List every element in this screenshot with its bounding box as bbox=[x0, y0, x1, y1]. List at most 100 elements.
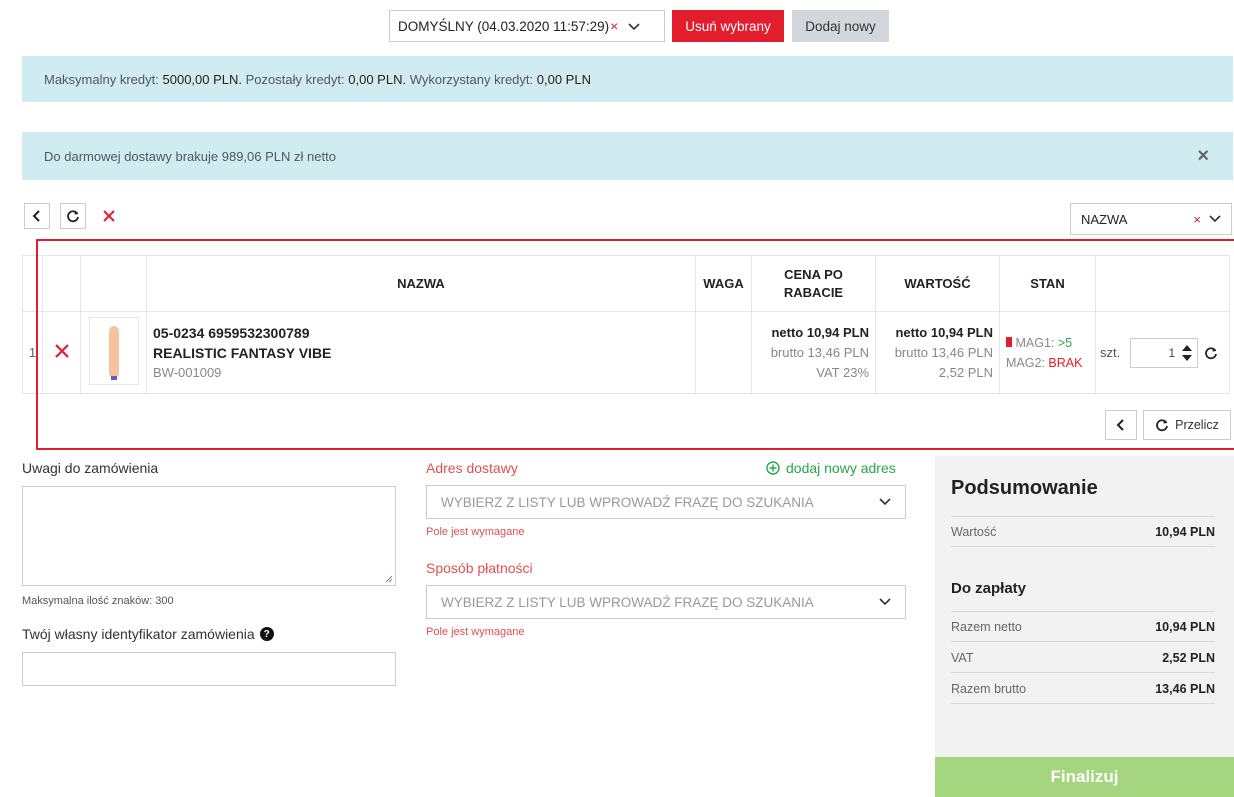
recalculate-label: Przelicz bbox=[1175, 418, 1219, 432]
free-shipping-text: Do darmowej dostawy brakuje 989,06 PLN z… bbox=[44, 148, 336, 164]
chevron-down-icon[interactable] bbox=[628, 19, 640, 34]
price-cell: netto 10,94 PLN brutto 13,46 PLN VAT 23% bbox=[751, 311, 876, 394]
delete-icon bbox=[54, 344, 69, 358]
payment-label: Sposób płatności bbox=[426, 560, 533, 576]
refresh-button[interactable] bbox=[60, 203, 86, 229]
credit-remaining-value: 0,00 PLN. bbox=[348, 71, 407, 87]
product-thumbnail[interactable] bbox=[88, 317, 139, 385]
header-weight: WAGA bbox=[695, 255, 752, 312]
summary-gross-row: Razem brutto 13,46 PLN bbox=[951, 674, 1215, 704]
clear-icon[interactable]: × bbox=[610, 18, 618, 34]
header-quantity bbox=[1095, 255, 1230, 312]
notes-label: Uwagi do zamówienia bbox=[22, 460, 159, 476]
product-weight bbox=[695, 311, 752, 394]
vat-rate: VAT 23% bbox=[816, 364, 869, 380]
close-icon[interactable]: × bbox=[1197, 145, 1209, 168]
sort-select-value: NAZWA bbox=[1081, 211, 1128, 227]
value-cell: netto 10,94 PLN brutto 13,46 PLN 2,52 PL… bbox=[875, 311, 1000, 394]
header-price-label: CENA PO RABACIE bbox=[783, 266, 844, 300]
to-pay-title: Do zapłaty bbox=[951, 580, 1027, 597]
row-index: 1 bbox=[22, 311, 43, 394]
sort-select[interactable]: NAZWA × bbox=[1070, 203, 1232, 235]
notes-textarea[interactable] bbox=[22, 486, 396, 586]
stock-mag2-value: BRAK bbox=[1048, 355, 1083, 370]
refresh-icon bbox=[67, 210, 79, 223]
product-name[interactable]: REALISTIC FANTASY VIBE bbox=[153, 343, 694, 363]
header-stock: STAN bbox=[999, 255, 1096, 312]
chevron-left-icon bbox=[32, 210, 40, 222]
header-name[interactable]: NAZWA bbox=[146, 255, 696, 312]
summary-net-row: Razem netto 10,94 PLN bbox=[951, 612, 1215, 642]
summary-vat-label: VAT bbox=[951, 650, 974, 665]
cart-select[interactable]: DOMYŚLNY (04.03.2020 11:57:29) × bbox=[389, 10, 665, 42]
qty-unit: szt. bbox=[1100, 345, 1121, 360]
summary-panel: Podsumowanie Wartość 10,94 PLN Do zapłat… bbox=[935, 456, 1234, 797]
table-row: 1 05-0234 6959532300789 REALISTIC FANTAS… bbox=[22, 311, 1230, 394]
summary-net: 10,94 PLN bbox=[1155, 619, 1215, 634]
product-sku: BW-001009 bbox=[153, 364, 222, 380]
credit-max-label: Maksymalny kredyt: bbox=[44, 71, 159, 87]
credit-max-value: 5000,00 PLN. bbox=[162, 71, 243, 87]
header-remove bbox=[42, 255, 81, 312]
delete-icon bbox=[103, 210, 115, 222]
help-icon[interactable]: ? bbox=[259, 627, 274, 641]
credit-remaining-label: Pozostały kredyt: bbox=[245, 71, 345, 87]
own-id-input[interactable] bbox=[22, 652, 396, 686]
refresh-icon bbox=[1156, 419, 1168, 432]
cart-table: NAZWA WAGA CENA PO RABACIE WARTOŚĆ STAN … bbox=[22, 255, 1230, 394]
remove-item-button[interactable] bbox=[42, 311, 81, 394]
product-image-cell bbox=[80, 311, 147, 394]
chevron-down-icon[interactable] bbox=[1209, 215, 1221, 223]
stepper-icon[interactable] bbox=[1181, 342, 1193, 364]
stock-cell: MAG1: >5 MAG2: BRAK bbox=[999, 311, 1096, 394]
header-value: WARTOŚĆ bbox=[875, 255, 1000, 312]
quantity-stepper[interactable]: 1 bbox=[1130, 337, 1199, 368]
summary-gross: 13,46 PLN bbox=[1155, 681, 1215, 696]
payment-select[interactable]: WYBIERZ Z LISTY LUB WPROWADŹ FRAZĘ DO SZ… bbox=[426, 585, 906, 619]
header-index bbox=[22, 255, 43, 312]
summary-title: Podsumowanie bbox=[951, 477, 1098, 499]
cart-select-value: DOMYŚLNY (04.03.2020 11:57:29) bbox=[398, 18, 610, 34]
summary-value-label: Wartość bbox=[951, 524, 997, 539]
own-id-label-wrap: Twój własny identyfikator zamówienia ? bbox=[22, 626, 274, 642]
delivery-select[interactable]: WYBIERZ Z LISTY LUB WPROWADŹ FRAZĘ DO SZ… bbox=[426, 485, 906, 519]
product-code: 05-0234 6959532300789 bbox=[153, 324, 310, 341]
summary-value: 10,94 PLN bbox=[1155, 524, 1215, 539]
credit-used-value: 0,00 PLN bbox=[536, 71, 591, 87]
own-id-label: Twój własny identyfikator zamówienia bbox=[22, 626, 255, 642]
back-button[interactable] bbox=[24, 203, 50, 229]
delivery-error: Pole jest wymagane bbox=[426, 526, 525, 538]
stock-mag1-value: >5 bbox=[1057, 335, 1073, 350]
summary-vat-row: VAT 2,52 PLN bbox=[951, 643, 1215, 673]
table-header-row: NAZWA WAGA CENA PO RABACIE WARTOŚĆ STAN bbox=[22, 255, 1230, 312]
product-info: 05-0234 6959532300789 REALISTIC FANTASY … bbox=[146, 311, 696, 394]
add-address-label: dodaj nowy adres bbox=[786, 460, 896, 476]
header-price: CENA PO RABACIE bbox=[751, 255, 876, 312]
payment-error: Pole jest wymagane bbox=[426, 626, 525, 638]
refresh-icon[interactable] bbox=[1204, 346, 1218, 360]
free-shipping-bar: Do darmowej dostawy brakuje 989,06 PLN z… bbox=[22, 132, 1233, 180]
add-new-button[interactable]: Dodaj nowy bbox=[792, 10, 889, 42]
stock-mag2-label: MAG2: bbox=[1006, 355, 1045, 370]
notes-hint: Maksymalna ilość znaków: 300 bbox=[22, 595, 174, 607]
clear-icon[interactable]: × bbox=[1193, 212, 1201, 227]
finalize-button[interactable]: Finalizuj bbox=[935, 757, 1234, 797]
summary-value-row: Wartość 10,94 PLN bbox=[951, 517, 1215, 547]
price-net: netto 10,94 PLN bbox=[771, 324, 869, 340]
quantity-value[interactable]: 1 bbox=[1169, 346, 1176, 360]
credit-info-bar: Maksymalny kredyt: 5000,00 PLN. Pozostał… bbox=[22, 56, 1233, 102]
back-button[interactable] bbox=[1105, 410, 1137, 440]
resize-handle-icon[interactable] bbox=[385, 575, 393, 583]
stock-mag1-label: MAG1: bbox=[1015, 335, 1055, 350]
recalculate-button[interactable]: Przelicz bbox=[1143, 410, 1231, 440]
clear-cart-button[interactable] bbox=[96, 203, 122, 229]
add-address-link[interactable]: dodaj nowy adres bbox=[766, 460, 896, 476]
delivery-placeholder: WYBIERZ Z LISTY LUB WPROWADŹ FRAZĘ DO SZ… bbox=[441, 494, 814, 510]
delete-selected-button[interactable]: Usuń wybrany bbox=[672, 10, 784, 42]
value-net: netto 10,94 PLN bbox=[895, 324, 993, 340]
summary-net-label: Razem netto bbox=[951, 619, 1022, 634]
value-gross: brutto 13,46 PLN bbox=[894, 344, 993, 360]
delivery-label: Adres dostawy bbox=[426, 460, 518, 476]
chevron-down-icon bbox=[879, 498, 891, 506]
plus-circle-icon bbox=[766, 461, 780, 475]
